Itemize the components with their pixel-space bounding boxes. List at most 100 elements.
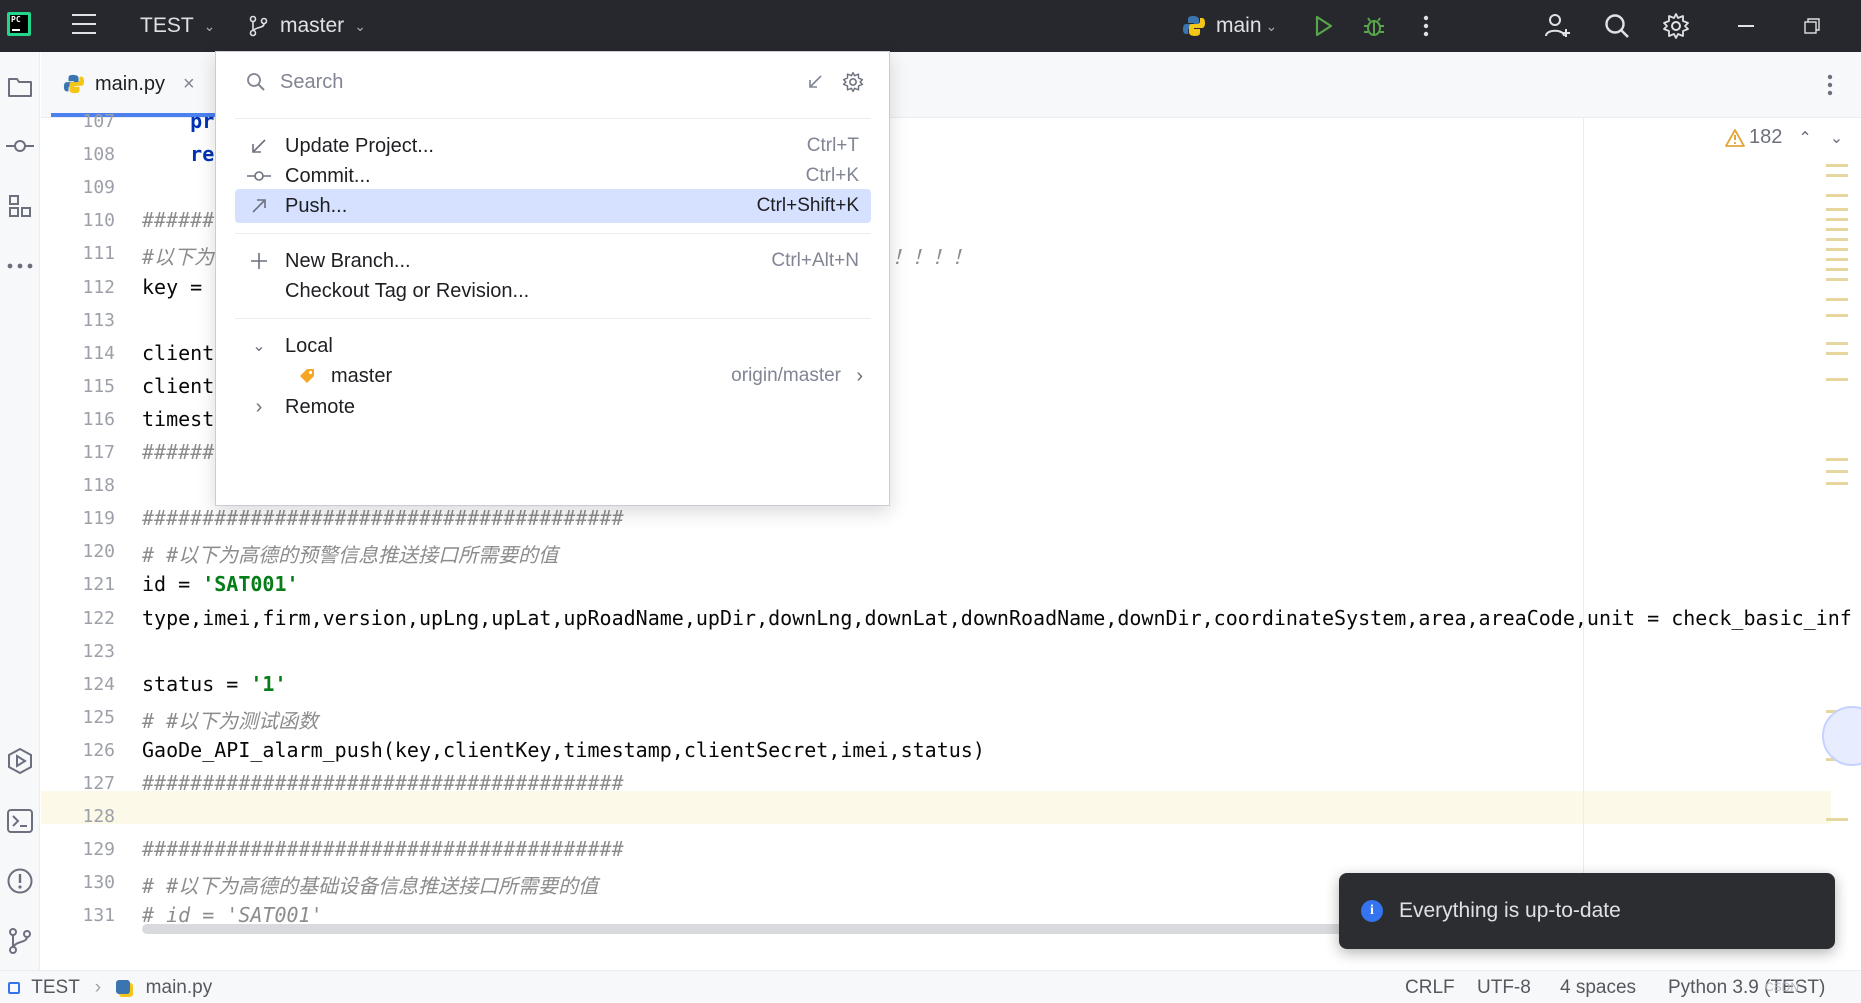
new-branch-menu-item[interactable]: New Branch... Ctrl+Alt+N <box>235 244 871 278</box>
tag-star-icon <box>297 366 317 386</box>
menu-item-label: Update Project... <box>285 134 434 157</box>
tab-main-py[interactable]: main.py × <box>63 66 195 102</box>
next-highlight-icon[interactable]: ⌄ <box>1830 128 1843 148</box>
pycharm-logo-icon[interactable]: PC <box>7 12 31 36</box>
breadcrumb-project[interactable]: TEST <box>31 977 79 998</box>
code-line: client <box>142 340 215 365</box>
line-number: 110 <box>82 210 115 232</box>
code-line: pr <box>142 109 215 133</box>
line-number: 108 <box>82 144 115 166</box>
line-number: 113 <box>82 309 115 331</box>
interpreter-widget[interactable]: Python 3.9 (TEST) <box>1668 977 1825 999</box>
project-widget[interactable]: TEST ⌄ <box>140 0 215 52</box>
scroll-marker <box>1826 194 1848 197</box>
scroll-marker <box>1826 248 1848 251</box>
scroll-marker <box>1826 458 1848 461</box>
scroll-marker <box>1826 174 1848 177</box>
scroll-marker <box>1826 238 1848 241</box>
scroll-marker <box>1826 470 1848 473</box>
status-bar: TEST › main.py CRLF UTF-8 4 spaces Pytho… <box>0 970 1861 1003</box>
popup-search-field[interactable]: Search <box>234 64 874 100</box>
code-line: GaoDe_API_alarm_push(key,clientKey,times… <box>142 737 985 762</box>
remote-branches-group[interactable]: › Remote <box>235 390 871 424</box>
code-line: ###### <box>142 208 215 233</box>
line-number: 114 <box>82 342 115 364</box>
inspection-widget[interactable]: 182 ⌃ ⌄ <box>1725 126 1843 149</box>
close-icon[interactable]: × <box>183 73 195 96</box>
problems-icon[interactable] <box>5 866 35 896</box>
restore-window-icon[interactable] <box>1796 10 1828 42</box>
scroll-marker <box>1826 818 1848 821</box>
main-menu-icon[interactable] <box>72 14 96 36</box>
line-number: 115 <box>82 375 115 397</box>
previous-highlight-icon[interactable]: ⌃ <box>1798 128 1811 148</box>
menu-item-label: Push... <box>285 194 348 217</box>
update-arrow-icon <box>247 137 271 155</box>
push-menu-item[interactable]: Push... Ctrl+Shift+K <box>235 189 871 223</box>
run-config-selector[interactable]: main ⌄ <box>1182 0 1277 52</box>
code-line: ######################################## <box>142 771 624 795</box>
more-actions-icon[interactable] <box>1410 10 1442 42</box>
settings-gear-icon[interactable] <box>1660 10 1692 42</box>
line-number: 122 <box>82 607 115 629</box>
tab-label: main.py <box>95 72 166 95</box>
branch-item-master[interactable]: master origin/master › <box>235 359 871 393</box>
python-file-icon <box>116 980 131 994</box>
run-config-name: main <box>1216 14 1262 37</box>
project-folder-icon[interactable] <box>5 72 35 102</box>
line-number: 120 <box>82 541 115 563</box>
minimize-icon[interactable] <box>1730 10 1762 42</box>
line-number: 127 <box>82 773 115 794</box>
chevron-right-icon: › <box>255 395 263 418</box>
line-number: 111 <box>82 243 115 265</box>
menu-item-shortcut: Ctrl+T <box>806 135 859 156</box>
line-number-gutter[interactable]: 107 108 109 110 111 112 113 114 115 116 117 118 119 1… <box>41 111 137 933</box>
local-branches-group[interactable]: ⌄ Local <box>235 329 871 363</box>
breadcrumb-file[interactable]: main.py <box>146 977 213 998</box>
code-line: # #以下为高德的基础设备信息推送接口所需要的值 <box>142 874 599 899</box>
terminal-icon[interactable] <box>5 806 35 836</box>
search-icon[interactable] <box>1601 10 1633 42</box>
encoding-widget[interactable]: UTF-8 <box>1477 977 1531 999</box>
structure-icon[interactable] <box>5 191 35 221</box>
right-margin-guide <box>1583 118 1584 933</box>
group-label: Local <box>285 334 333 357</box>
git-branch-icon[interactable] <box>5 926 35 956</box>
notification-message: Everything is up-to-date <box>1399 899 1621 922</box>
indent-widget[interactable]: 4 spaces <box>1560 977 1636 999</box>
collapse-arrow-icon[interactable] <box>806 73 824 91</box>
checkout-tag-menu-item[interactable]: Checkout Tag or Revision... <box>235 274 871 308</box>
debug-icon[interactable] <box>1358 10 1390 42</box>
commit-icon[interactable] <box>5 131 35 161</box>
code-line: ######################################## <box>142 837 624 862</box>
line-number: 129 <box>82 839 115 861</box>
line-separator-widget[interactable]: CRLF <box>1405 977 1455 999</box>
line-number: 124 <box>82 673 115 695</box>
git-branches-popup: Search Update Project... Ctrl+T Commit..… <box>215 51 890 506</box>
line-number: 123 <box>82 640 115 662</box>
scroll-marker <box>1826 482 1848 485</box>
scroll-marker <box>1826 218 1848 221</box>
update-project-menu-item[interactable]: Update Project... Ctrl+T <box>235 129 871 163</box>
code-line: status = '1' <box>142 671 287 696</box>
branch-name: master <box>280 14 345 37</box>
notification-balloon[interactable]: i Everything is up-to-date <box>1339 873 1835 949</box>
run-icon[interactable] <box>1307 10 1339 42</box>
line-number: 121 <box>82 574 115 596</box>
services-run-icon[interactable] <box>5 746 35 776</box>
scroll-marker <box>1826 378 1848 381</box>
vcs-branch-widget[interactable]: master ⌄ <box>248 0 366 52</box>
code-line-fragment: ！！！！ <box>892 245 972 270</box>
scroll-marker <box>1826 258 1848 261</box>
more-tool-windows-icon[interactable] <box>5 251 35 281</box>
code-line: # #以下为高德的预警信息推送接口所需要的值 <box>142 543 559 568</box>
code-with-me-icon[interactable] <box>1542 10 1574 42</box>
line-number: 118 <box>82 475 115 497</box>
popup-settings-gear-icon[interactable] <box>842 71 864 93</box>
popup-divider <box>235 118 871 119</box>
code-line: timest <box>142 406 215 431</box>
tab-options-icon[interactable] <box>1827 74 1833 101</box>
commit-menu-item[interactable]: Commit... Ctrl+K <box>235 159 871 193</box>
line-number: 119 <box>82 508 115 530</box>
menu-item-label: Checkout Tag or Revision... <box>285 279 530 302</box>
